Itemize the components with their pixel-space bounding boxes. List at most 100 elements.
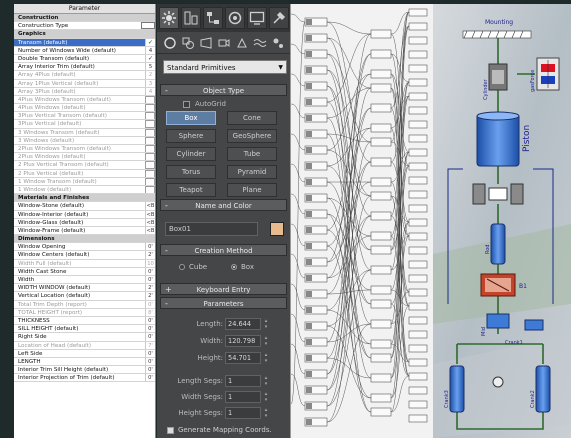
autogrid-checkbox[interactable] <box>183 100 190 108</box>
parameter-value[interactable]: <B <box>145 218 155 226</box>
create-tab-icon[interactable] <box>159 7 179 29</box>
box-radio[interactable]: Box <box>231 263 254 271</box>
parameter-value[interactable]: 0' <box>145 300 155 308</box>
parameter-row[interactable]: Window-Glass (default) <B <box>14 218 155 227</box>
parameter-row[interactable]: 2Plus Windows (default) <box>14 153 155 162</box>
object-name-field[interactable]: Box01 <box>165 222 258 236</box>
parameter-value[interactable]: 5 <box>145 63 155 71</box>
parameter-checkbox[interactable] <box>145 153 155 161</box>
cube-radio[interactable]: Cube <box>179 263 207 271</box>
parameter-value[interactable]: 0' <box>145 325 155 333</box>
parameter-checkbox[interactable] <box>145 95 155 104</box>
creation-method-rollout-header[interactable]: - Creation Method <box>160 244 287 256</box>
generate-mapping-option[interactable]: Generate Mapping Coords. <box>167 426 272 434</box>
parameter-value[interactable]: 2' <box>145 292 155 300</box>
display-tab-icon[interactable] <box>247 7 267 29</box>
object-button-torus[interactable]: Torus <box>166 165 216 179</box>
object-button-teapot[interactable]: Teapot <box>166 183 216 197</box>
width-field[interactable]: 120.798 <box>225 335 261 347</box>
parameter-row[interactable]: Interior Projection of Trim (default) 0' <box>14 374 155 383</box>
parameter-checkbox[interactable] <box>145 161 155 169</box>
primitive-type-dropdown[interactable]: Standard Primitives ▼ <box>163 60 287 74</box>
length-spinner[interactable]: ▴ ▾ <box>263 318 269 330</box>
parameter-value[interactable]: 8' <box>145 308 155 316</box>
object-button-sphere[interactable]: Sphere <box>166 129 216 143</box>
object-type-rollout-header[interactable]: - Object Type <box>160 84 287 96</box>
keyboard-entry-rollout-header[interactable]: + Keyboard Entry <box>160 283 287 295</box>
parameter-value[interactable]: 0' <box>145 357 155 366</box>
parameter-value[interactable]: <B <box>145 226 155 235</box>
object-button-cone[interactable]: Cone <box>227 111 277 125</box>
cube-radio-dot[interactable] <box>179 264 185 270</box>
cameras-icon[interactable] <box>216 35 231 50</box>
parameter-value[interactable]: 0' <box>145 374 155 382</box>
parameter-value[interactable]: <B <box>145 202 155 210</box>
object-button-tube[interactable]: Tube <box>227 147 277 161</box>
parameter-row[interactable]: Transom (default) <box>14 38 155 47</box>
parameter-checkbox[interactable] <box>145 104 155 112</box>
parameter-row[interactable]: Total Trim Depth (report) 0' <box>14 300 155 309</box>
width-segs-field[interactable]: 1 <box>225 391 261 403</box>
parameter-row[interactable]: 4Plus Windows (default) <box>14 104 155 113</box>
systems-icon[interactable] <box>270 35 285 50</box>
object-button-box[interactable]: Box <box>166 111 216 125</box>
parameter-value[interactable]: 2 <box>145 71 155 79</box>
object-button-pyramid[interactable]: Pyramid <box>227 165 277 179</box>
parameter-row[interactable]: 1 Window Transom (default) <box>14 177 155 186</box>
parameter-value[interactable]: 0' <box>145 267 155 275</box>
parameter-value[interactable]: 0' <box>145 276 155 284</box>
parameter-checkbox[interactable] <box>145 38 155 46</box>
parameter-row[interactable]: Vertical Location (default) 2' <box>14 292 155 301</box>
height-segs-field[interactable]: 1 <box>225 407 261 419</box>
parameter-row[interactable]: Right Side 0' <box>14 333 155 342</box>
length-field[interactable]: 24.644 <box>225 318 261 330</box>
section-header[interactable]: Construction <box>14 14 155 23</box>
parameter-row[interactable]: Array 3Plus (default) 4 <box>14 87 155 96</box>
parameter-row[interactable]: Window-Interior (default) <B <box>14 210 155 219</box>
parameter-row[interactable]: 2Plus Windows Transom (default) <box>14 145 155 154</box>
geometry-icon[interactable] <box>162 35 177 50</box>
parameter-checkbox[interactable] <box>145 185 155 194</box>
motion-tab-icon[interactable] <box>225 7 245 29</box>
parameter-checkbox[interactable] <box>145 136 155 144</box>
parameter-value[interactable]: 2' <box>145 284 155 292</box>
object-button-plane[interactable]: Plane <box>227 183 277 197</box>
parameter-value[interactable]: 3 <box>145 79 155 87</box>
parameter-value[interactable]: 7' <box>145 341 155 349</box>
parameter-value[interactable]: 0' <box>145 243 155 251</box>
section-header[interactable]: Materials and Finishes <box>14 194 155 203</box>
name-color-rollout-header[interactable]: - Name and Color <box>160 199 287 211</box>
parameter-row[interactable]: WIDTH WINDOW (default) 2' <box>14 284 155 293</box>
parameters-rollout-header[interactable]: - Parameters <box>160 297 287 309</box>
box-radio-dot[interactable] <box>231 264 237 270</box>
helpers-icon[interactable] <box>234 35 249 50</box>
parameter-row[interactable]: TOTAL HEIGHT (report) 8' <box>14 308 155 317</box>
section-header[interactable]: Graphics <box>14 30 155 39</box>
object-button-geosphere[interactable]: GeoSphere <box>227 129 277 143</box>
parameter-row[interactable]: Window-Frame (default) <B <box>14 226 155 236</box>
width-segs-spinner[interactable]: ▴ ▾ <box>263 391 269 403</box>
lights-icon[interactable] <box>198 35 213 50</box>
parameter-row[interactable]: 3 Windows (default) <box>14 136 155 145</box>
object-button-cylinder[interactable]: Cylinder <box>166 147 216 161</box>
parameter-value[interactable]: 0' <box>145 366 155 374</box>
parameter-row[interactable]: Window-Stone (default) <B <box>14 202 155 211</box>
parameter-row[interactable]: 4Plus Windows Transom (default) <box>14 95 155 105</box>
parameter-row[interactable]: Array 1Plus Vertical (default) 3 <box>14 79 155 88</box>
parameter-row[interactable]: Double Transom (default) <box>14 54 155 64</box>
parameter-row[interactable]: Number of Windows Wide (default) 4 <box>14 46 155 55</box>
parameter-row[interactable]: 2 Plus Vertical (default) <box>14 169 155 178</box>
parameter-checkbox[interactable] <box>145 128 155 136</box>
object-color-swatch[interactable] <box>270 222 284 236</box>
parameter-row[interactable]: Window Centers (default) 2' <box>14 251 155 260</box>
hierarchy-tab-icon[interactable] <box>203 7 223 29</box>
parameter-row[interactable]: LENGTH 0' <box>14 357 155 367</box>
height-spinner[interactable]: ▴ ▾ <box>263 352 269 364</box>
parameter-row[interactable]: Width Full (default) 10 <box>14 259 155 268</box>
parameter-row[interactable]: 3Plus Vertical Transom (default) <box>14 112 155 121</box>
parameter-value[interactable]: 10 <box>145 259 155 267</box>
parameter-value[interactable]: <B <box>145 210 155 218</box>
parameter-value[interactable]: 0' <box>145 349 155 357</box>
parameter-row[interactable]: Window Opening 0' <box>14 243 155 252</box>
spacewarps-icon[interactable] <box>252 35 267 50</box>
